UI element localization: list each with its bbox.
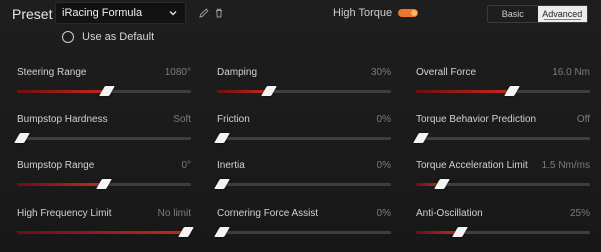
setting-steering-range: Steering Range 1080° [17,67,191,107]
setting-label: Friction [217,114,250,125]
slider-track[interactable] [416,86,590,96]
setting-value: 30% [370,67,391,78]
chevron-down-icon [167,7,179,19]
slider-thumb[interactable] [503,86,520,96]
slider-thumb[interactable] [178,227,194,237]
slider-thumb[interactable] [96,179,112,189]
slider-thumb[interactable] [434,179,450,189]
slider-track[interactable] [17,86,191,96]
setting-label: Torque Acceleration Limit [416,160,528,171]
top-bar: Preset iRacing Formula Use as Default Hi… [0,0,601,52]
slider-track[interactable] [14,133,191,143]
slider-fill [217,90,270,93]
slider-track[interactable] [416,179,590,189]
slider-track[interactable] [214,133,391,143]
setting-label: Bumpstop Hardness [17,114,108,125]
slider-thumb[interactable] [14,133,30,143]
radio-icon[interactable] [62,31,74,43]
slider-fill [17,183,104,186]
setting-label: Bumpstop Range [17,160,95,171]
setting-value: 25% [569,208,590,219]
slider-thumb[interactable] [214,133,230,143]
setting-label: High Frequency Limit [17,208,112,219]
setting-label: Overall Force [416,67,477,78]
edit-icon[interactable] [198,6,210,18]
high-torque-label: High Torque [333,7,393,19]
setting-torque-behavior-prediction: Torque Behavior Prediction Off [413,114,590,154]
setting-inertia: Inertia 0% [214,160,391,200]
slider-thumb[interactable] [214,179,230,189]
setting-label: Cornering Force Assist [217,208,319,219]
slider-track[interactable] [214,227,391,237]
slider-thumb[interactable] [413,133,429,143]
setting-label: Anti-Oscillation [416,208,483,219]
slider-fill [17,90,108,93]
setting-damping: Damping 30% [217,67,391,107]
setting-bumpstop-range: Bumpstop Range 0° [17,160,191,200]
setting-cornering-force-assist: Cornering Force Assist 0% [214,208,391,248]
setting-value: 0° [181,160,191,171]
preset-dropdown-value: iRacing Formula [62,7,143,19]
slider-fill [17,231,191,234]
use-as-default-option[interactable]: Use as Default [62,31,154,43]
setting-torque-acceleration-limit: Torque Acceleration Limit 1.5 Nm/ms [416,160,590,200]
basic-mode-button[interactable]: Basic [488,6,538,22]
setting-bumpstop-hardness: Bumpstop Hardness Soft [14,114,191,154]
slider-track[interactable] [17,227,194,237]
setting-overall-force: Overall Force 16.0 Nm [416,67,590,107]
setting-value: No limit [157,208,191,219]
setting-value: Off [576,114,590,125]
setting-value: Soft [173,114,191,125]
setting-anti-oscillation: Anti-Oscillation 25% [416,208,590,248]
setting-label: Torque Behavior Prediction [416,114,537,125]
slider-thumb[interactable] [261,86,278,96]
slider-track[interactable] [413,133,590,143]
setting-value: 0% [376,160,391,171]
preset-dropdown[interactable]: iRacing Formula [55,2,186,24]
setting-value: 0% [376,208,391,219]
preset-label: Preset [12,6,53,22]
high-torque-toggle[interactable] [398,9,419,17]
setting-value: 1.5 Nm/ms [541,160,590,171]
setting-label: Steering Range [17,67,87,78]
slider-track[interactable] [217,86,391,96]
slider-track[interactable] [416,227,590,237]
slider-thumb[interactable] [451,227,468,237]
slider-track[interactable] [214,179,391,189]
slider-thumb[interactable] [99,86,116,96]
setting-value: 16.0 Nm [552,67,590,78]
setting-label: Damping [217,67,258,78]
setting-friction: Friction 0% [214,114,391,154]
toggle-knob [411,10,418,16]
setting-label: Inertia [217,160,245,171]
use-as-default-label: Use as Default [82,31,155,43]
slider-fill [416,90,512,93]
mode-switch: Basic Advanced [487,5,588,23]
setting-high-frequency-limit: High Frequency Limit No limit [17,208,194,248]
setting-value: 0% [376,114,391,125]
slider-track[interactable] [17,179,191,189]
slider-thumb[interactable] [214,227,230,237]
high-torque-control: High Torque [333,7,419,19]
advanced-mode-button[interactable]: Advanced [537,6,587,22]
delete-icon[interactable] [213,6,225,18]
setting-value: 1080° [164,67,191,78]
